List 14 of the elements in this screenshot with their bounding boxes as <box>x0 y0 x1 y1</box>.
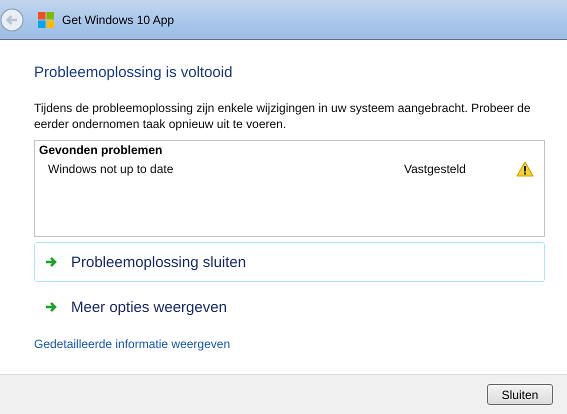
command-link[interactable]: Meer opties weergeven <box>34 287 545 327</box>
window-title: Get Windows 10 App <box>62 12 174 26</box>
panel-title: Gevonden problemen <box>39 143 164 157</box>
arrow-icon <box>45 256 57 268</box>
page-heading: Probleemoplossing is voltooid <box>34 64 234 81</box>
problem-status: Vastgesteld <box>404 162 467 176</box>
details-link[interactable]: Gedetailleerde informatie weergeven <box>34 337 230 351</box>
problem-name: Windows not up to date <box>48 162 174 176</box>
windows-logo-icon <box>38 12 54 28</box>
close-button[interactable]: Sluiten <box>487 384 553 405</box>
command-link[interactable]: Probleemoplossing sluiten <box>34 242 545 282</box>
back-icon[interactable] <box>0 8 24 32</box>
description-text: Tijdens de probleemoplossing zijn enkele wijzigingen in uw systeem aangebracht. Probeer de eerder ondernomen taak opnieuw uit te voeren. <box>34 100 532 132</box>
arrow-icon <box>45 301 57 313</box>
